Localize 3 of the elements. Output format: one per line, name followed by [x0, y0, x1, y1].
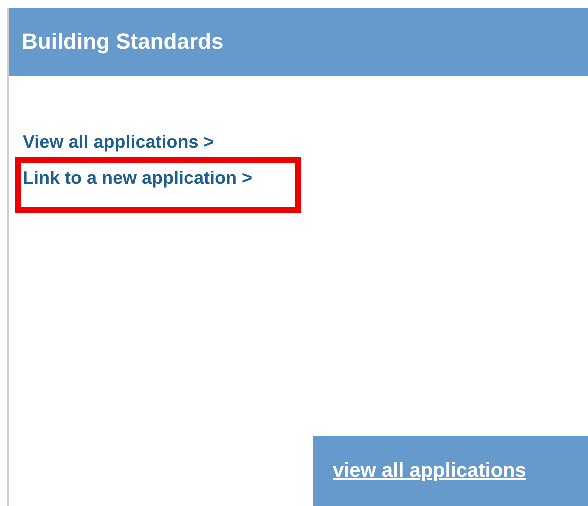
panel-title: Building Standards [22, 29, 224, 55]
application-link[interactable]: Link to a new application > [23, 168, 253, 188]
application-link[interactable]: View all applications > [23, 132, 214, 152]
